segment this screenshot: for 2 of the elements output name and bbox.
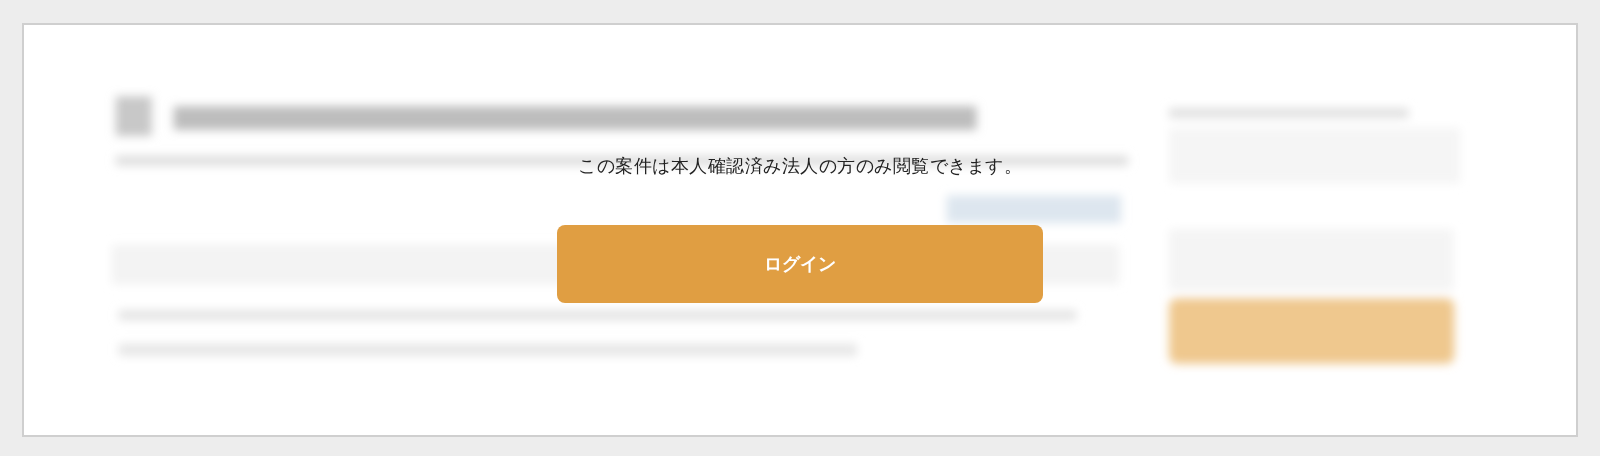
login-button[interactable]: ログイン — [557, 225, 1043, 303]
notice-message: この案件は本人確認済み法人の方のみ閲覧できます。 — [578, 154, 1022, 178]
